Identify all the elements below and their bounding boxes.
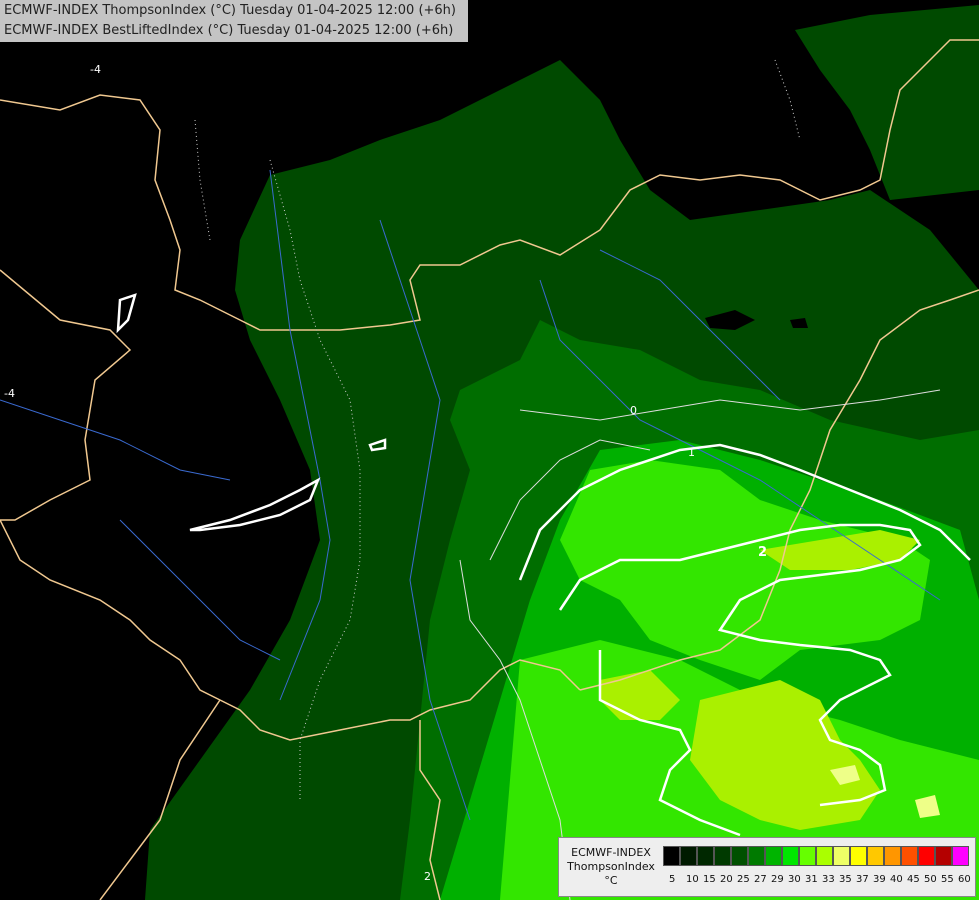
- legend-swatch: [850, 846, 867, 866]
- color-legend: ECMWF-INDEX ThompsonIndex °C 5 10 15 20 25 27…: [558, 837, 976, 897]
- legend-swatch: [816, 846, 833, 866]
- legend-tick-label: 45: [907, 874, 920, 885]
- legend-swatch: [765, 846, 782, 866]
- legend-tick-label: 25: [737, 874, 750, 885]
- legend-swatch: [663, 846, 680, 866]
- map-title-line1: ECMWF-INDEX ThompsonIndex (°C) Tuesday 0…: [4, 3, 456, 18]
- map-title-box: ECMWF-INDEX ThompsonIndex (°C) Tuesday 0…: [0, 0, 468, 42]
- legend-title: ECMWF-INDEX ThompsonIndex °C: [563, 846, 659, 888]
- legend-swatch: [714, 846, 731, 866]
- weather-map: -4 -4 0 1 2 2: [0, 0, 979, 900]
- legend-tick-label: 30: [788, 874, 801, 885]
- legend-title-line1: ECMWF-INDEX: [571, 846, 651, 859]
- legend-swatches: [663, 846, 969, 866]
- legend-tick-label: 40: [890, 874, 903, 885]
- legend-tick-label: 37: [856, 874, 869, 885]
- legend-tick-label: 35: [839, 874, 852, 885]
- contour-label: -4: [90, 63, 101, 76]
- legend-swatch: [901, 846, 918, 866]
- legend-tick-label: 33: [822, 874, 835, 885]
- contour-label: 1: [688, 446, 695, 459]
- legend-swatch: [748, 846, 765, 866]
- legend-tick-label: 20: [720, 874, 733, 885]
- legend-tick-label: 50: [924, 874, 937, 885]
- legend-tick-label: 10: [686, 874, 699, 885]
- legend-tick-label: 60: [958, 874, 971, 885]
- legend-tick-label: 27: [754, 874, 767, 885]
- legend-swatch: [918, 846, 935, 866]
- legend-tick-label: 5: [669, 874, 676, 885]
- legend-swatch: [680, 846, 697, 866]
- legend-swatch: [697, 846, 714, 866]
- legend-tick-label: 15: [703, 874, 716, 885]
- contour-label: 2: [424, 870, 431, 883]
- legend-swatch: [884, 846, 901, 866]
- legend-swatch: [867, 846, 884, 866]
- legend-ticks: 5 10 15 20 25 27 29 30 31 33 35 37 39 40 45 50 55 60: [669, 874, 975, 885]
- legend-swatch: [799, 846, 816, 866]
- legend-title-line2: ThompsonIndex: [567, 860, 655, 873]
- legend-tick-label: 55: [941, 874, 954, 885]
- legend-swatch: [935, 846, 952, 866]
- legend-swatch: [782, 846, 799, 866]
- legend-swatch: [952, 846, 969, 866]
- legend-swatch: [731, 846, 748, 866]
- contour-label: 0: [630, 404, 637, 417]
- legend-tick-label: 31: [805, 874, 818, 885]
- legend-unit: °C: [604, 874, 618, 887]
- map-title-line2: ECMWF-INDEX BestLiftedIndex (°C) Tuesday…: [4, 23, 454, 38]
- legend-tick-label: 29: [771, 874, 784, 885]
- contour-label: 2: [758, 545, 767, 560]
- contour-label: -4: [4, 387, 15, 400]
- legend-tick-label: 39: [873, 874, 886, 885]
- legend-swatch: [833, 846, 850, 866]
